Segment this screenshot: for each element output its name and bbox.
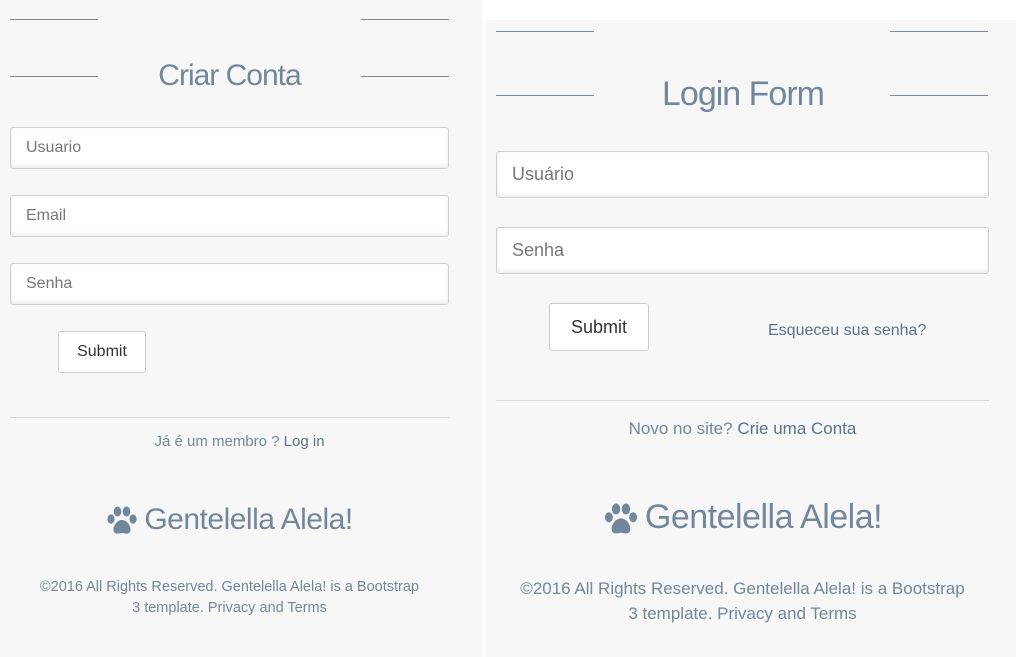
new-member-prompt: Novo no site?: [628, 419, 733, 438]
divider: [10, 417, 449, 418]
register-email-input[interactable]: [10, 195, 449, 237]
brand-name: Gentelella Alela!: [144, 503, 353, 536]
title-line-left: [10, 76, 98, 77]
member-prompt-row: Já é um membro ? Log in: [10, 433, 469, 450]
register-submit-button[interactable]: Submit: [58, 331, 146, 373]
divider: [496, 400, 989, 401]
login-panel: Login Form Submit Esqueceu sua senha? No…: [486, 20, 1016, 657]
register-password-input[interactable]: [10, 263, 449, 305]
register-username-input[interactable]: [10, 127, 449, 169]
brand: Gentelella Alela!: [0, 500, 459, 540]
login-password-input[interactable]: [496, 227, 989, 274]
footer-line: 3 template. Privacy and Terms: [132, 600, 327, 617]
decorative-line: [361, 19, 449, 20]
footer-line: 3 template. Privacy and Terms: [628, 603, 857, 623]
login-username-input[interactable]: [496, 151, 989, 198]
paw-icon: [107, 506, 137, 534]
title-line-right: [890, 95, 988, 96]
title-line-left: [496, 95, 594, 96]
footer-line: ©2016 All Rights Reserved. Gentelella Al…: [520, 579, 965, 598]
decorative-line: [496, 31, 594, 32]
brand-name: Gentelella Alela!: [644, 498, 883, 536]
login-submit-button[interactable]: Submit: [549, 303, 649, 351]
register-panel: Criar Conta Submit Já é um membro ? Log …: [0, 0, 482, 657]
paw-icon: [604, 503, 637, 533]
login-title: Login Form: [662, 75, 825, 113]
footer: ©2016 All Rights Reserved. Gentelella Al…: [486, 577, 999, 626]
register-title: Criar Conta: [158, 59, 301, 92]
footer: ©2016 All Rights Reserved. Gentelella Al…: [0, 577, 459, 619]
footer-line: ©2016 All Rights Reserved. Gentelella Al…: [39, 579, 420, 595]
new-member-row: Novo no site? Crie uma Conta: [486, 419, 999, 439]
title-line-right: [361, 76, 449, 77]
brand: Gentelella Alela!: [486, 495, 999, 539]
member-prompt-text: Já é um membro ?: [154, 433, 280, 450]
decorative-line: [10, 19, 98, 20]
decorative-line: [890, 31, 988, 32]
create-account-link[interactable]: Crie uma Conta: [737, 419, 856, 438]
login-link[interactable]: Log in: [284, 433, 325, 450]
forgot-password-link[interactable]: Esqueceu sua senha?: [768, 322, 926, 340]
